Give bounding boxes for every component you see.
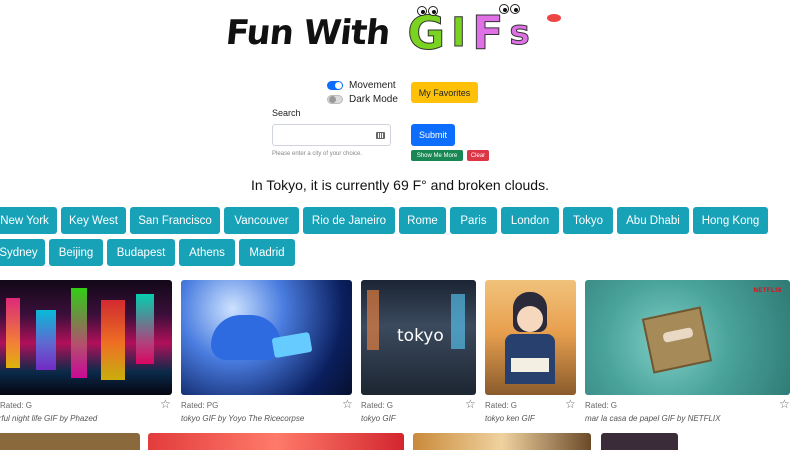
logo-bow-icon [547, 14, 562, 22]
gif-image[interactable] [601, 433, 678, 450]
gif-rating: Rated: G [0, 401, 33, 410]
gif-title: colorful night life GIF by Phazed [0, 414, 98, 423]
movement-toggle-row[interactable]: Movement [327, 80, 396, 91]
gif-title: tokyo ken GIF [485, 414, 535, 423]
gif-image[interactable] [181, 280, 352, 395]
city-button-athens[interactable]: Athens [179, 239, 235, 266]
search-help-text: Please enter a city of your choice. [272, 151, 363, 157]
star-outline-icon[interactable]: ☆ [342, 398, 353, 410]
logo-letter-s: s [509, 13, 530, 54]
search-field[interactable] [272, 124, 391, 146]
star-outline-icon[interactable]: ☆ [779, 398, 790, 410]
city-button-tokyo[interactable]: Tokyo [563, 207, 613, 234]
movement-label: Movement [349, 80, 396, 91]
dark-mode-label: Dark Mode [349, 94, 398, 105]
gif-title: mar la casa de papel GIF by NETFLIX [585, 414, 721, 423]
city-button-san-francisco[interactable]: San Francisco [130, 207, 220, 234]
city-buttons-row: New York Key West San Francisco Vancouve… [0, 207, 772, 234]
city-button-key-west[interactable]: Key West [61, 207, 126, 234]
gif-image[interactable] [413, 433, 591, 450]
star-outline-icon[interactable]: ☆ [465, 398, 476, 410]
submit-button[interactable]: Submit [411, 124, 455, 146]
search-label: Search [272, 108, 301, 118]
star-outline-icon[interactable]: ☆ [565, 398, 576, 410]
city-button-london[interactable]: London [501, 207, 559, 234]
gif-title: tokyo GIF [361, 414, 396, 423]
city-button-beijing[interactable]: Beijing [49, 239, 103, 266]
city-button-madrid[interactable]: Madrid [239, 239, 295, 266]
gif-image[interactable]: tokyo [361, 280, 476, 395]
gif-rating: Rated: G [361, 401, 394, 410]
city-button-hong-kong[interactable]: Hong Kong [693, 207, 768, 234]
clear-button[interactable]: Clear [467, 150, 489, 161]
gif-image[interactable] [148, 433, 404, 450]
logo-gifs-letters: G I F s [407, 4, 562, 60]
gif-image[interactable] [485, 280, 576, 395]
gif-rating: Rated: PG [181, 401, 219, 410]
logo-letter-i: I [451, 10, 467, 57]
site-logo: Fun With G I F s [223, 4, 562, 60]
city-buttons-row: Sydney Beijing Budapest Athens Madrid [0, 239, 299, 266]
city-button-rome[interactable]: Rome [399, 207, 446, 234]
movement-switch[interactable] [327, 81, 343, 90]
gif-image[interactable] [0, 433, 140, 450]
city-button-rio-de-janeiro[interactable]: Rio de Janeiro [303, 207, 395, 234]
city-button-budapest[interactable]: Budapest [107, 239, 175, 266]
logo-text: Fun With [223, 13, 392, 53]
weather-summary: In Tokyo, it is currently 69 F° and brok… [251, 177, 549, 193]
logo-letter-f: F [472, 6, 504, 60]
logo-letter-g: G [407, 6, 446, 60]
city-button-paris[interactable]: Paris [450, 207, 497, 234]
keyboard-icon [376, 132, 385, 139]
star-outline-icon[interactable]: ☆ [160, 398, 171, 410]
gif-rating: Rated: G [485, 401, 518, 410]
gif-title: tokyo GIF by Yoyo The Ricecorpse [181, 414, 305, 423]
logo-eye-icon [499, 4, 510, 14]
search-input[interactable] [273, 125, 390, 145]
dark-mode-switch[interactable] [327, 95, 343, 104]
city-button-new-york[interactable]: New York [0, 207, 57, 234]
gif-image[interactable]: NETFLIX [585, 280, 790, 395]
city-button-vancouver[interactable]: Vancouver [224, 207, 299, 234]
my-favorites-button[interactable]: My Favorites [411, 82, 478, 103]
gif-image[interactable] [0, 280, 172, 395]
show-me-more-button[interactable]: Show Me More [411, 150, 463, 161]
gif-rating: Rated: G [585, 401, 618, 410]
city-button-abu-dhabi[interactable]: Abu Dhabi [617, 207, 689, 234]
city-button-sydney[interactable]: Sydney [0, 239, 45, 266]
dark-mode-toggle-row[interactable]: Dark Mode [327, 94, 398, 105]
